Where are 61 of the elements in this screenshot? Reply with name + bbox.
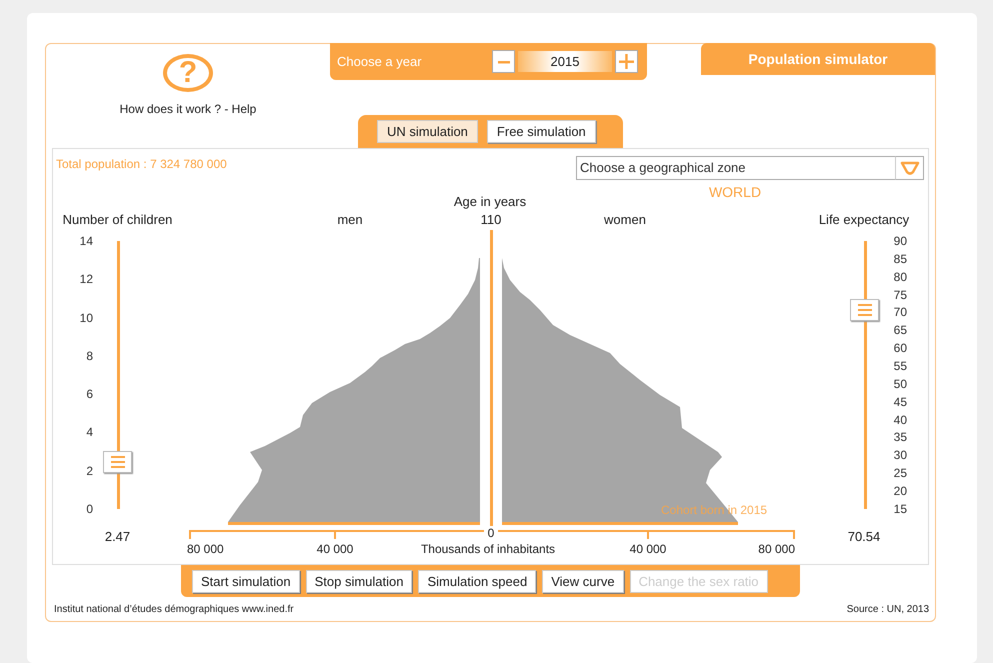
tick-label: 8: [86, 348, 93, 363]
dropdown-icon: [900, 160, 920, 174]
axis-title: Age in years: [454, 194, 526, 209]
tick-label: 12: [80, 272, 93, 286]
tick-label: 35: [894, 430, 907, 444]
tick-label: 75: [894, 288, 907, 302]
simulation-tab[interactable]: UN simulation: [377, 120, 478, 143]
tick-label: 80: [894, 270, 907, 284]
slider-handle[interactable]: [103, 450, 132, 473]
axis-label: 0: [486, 526, 496, 540]
age-max-label: 110: [480, 212, 502, 227]
tick-label: 14: [80, 234, 93, 248]
plus-icon: [619, 54, 634, 69]
tick-label: 50: [894, 376, 907, 391]
tick-label: 20: [894, 484, 907, 498]
increase-button[interactable]: [615, 50, 638, 73]
simulation-button[interactable]: Simulation speed: [418, 570, 536, 593]
axis-label: 80 000: [758, 542, 795, 556]
slider-label: Number of children: [62, 212, 172, 227]
simulation-tab[interactable]: Free simulation: [486, 120, 596, 143]
help-link[interactable]: How does it work ? - Help: [120, 102, 256, 116]
slider-handle[interactable]: [850, 299, 879, 322]
tick-label: 4: [86, 425, 93, 440]
dropdown-button[interactable]: [895, 156, 924, 180]
tick-label: 90: [894, 234, 907, 248]
simulation-button[interactable]: Start simulation: [192, 570, 300, 593]
axis-title: Thousands of inhabitants: [420, 542, 556, 556]
tick-label: 60: [894, 341, 907, 356]
tick-label: 30: [894, 448, 907, 462]
year-label: Choose a year: [337, 54, 423, 69]
year-value: 2015: [518, 51, 612, 72]
tick-label: 0: [86, 502, 93, 516]
tick-label: 10: [80, 310, 93, 325]
zone-field[interactable]: Choose a geographical zone: [576, 156, 895, 180]
axis-label: 40 000: [630, 542, 666, 556]
slider-label: Life expectancy: [818, 212, 910, 227]
tick-label: 6: [86, 387, 93, 402]
tick-label: 85: [894, 252, 907, 266]
credit-text: Institut national d’études démographiques www.ined.fr: [54, 604, 294, 615]
slider-value: 70.54: [848, 528, 880, 546]
slider-value: 2.47: [104, 528, 130, 546]
tick-label: 70: [894, 305, 907, 320]
tick-label: 15: [894, 502, 907, 516]
tick-label: 2: [86, 464, 93, 478]
tick-label: 25: [894, 466, 907, 480]
simulation-button[interactable]: Stop simulation: [306, 570, 412, 593]
tick-label: 65: [894, 323, 907, 338]
women-label: women: [604, 212, 646, 227]
simulation-button[interactable]: View curve: [542, 570, 624, 593]
tick-label: 55: [894, 359, 907, 374]
cohort-label: Cohort born in 2015: [661, 503, 768, 517]
tick-label: 40: [894, 412, 907, 427]
app-title: Population simulator: [701, 43, 935, 75]
axis-label: 40 000: [316, 542, 354, 556]
zone-name: WORLD: [708, 184, 762, 200]
decrease-button[interactable]: [492, 50, 515, 73]
tick-label: 45: [894, 394, 907, 409]
total-population: Total population : 7 324 780 000: [56, 156, 227, 170]
source-text: Source : UN, 2013: [846, 604, 929, 615]
men-label: men: [337, 212, 363, 227]
axis-label: 80 000: [187, 542, 224, 556]
